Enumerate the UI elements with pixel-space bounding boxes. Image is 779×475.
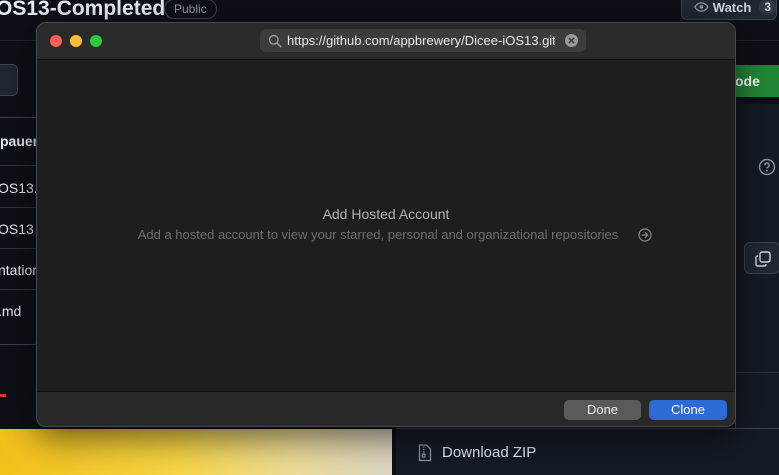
panel-divider (735, 372, 779, 373)
file-zip-icon (418, 444, 432, 462)
repository-list-area: Add Hosted Account Add a hosted account … (37, 60, 735, 391)
repo-title[interactable]: OS13-Completed (0, 0, 165, 21)
commit-author[interactable]: pauer (0, 133, 38, 149)
dialog-titlebar: https://github.com/appbrewery/Dicee-iOS1… (37, 23, 735, 60)
watch-button[interactable]: Watch 3 (681, 0, 777, 20)
minimize-window-button[interactable] (70, 35, 82, 47)
eye-icon (694, 2, 709, 12)
copy-icon (755, 251, 771, 267)
readme-image (0, 429, 392, 475)
done-button[interactable]: Done (564, 400, 641, 420)
row-divider (0, 165, 40, 166)
watch-count: 3 (759, 0, 776, 15)
question-icon[interactable] (758, 158, 776, 176)
file-row[interactable]: .md (0, 303, 21, 319)
dialog-footer: Done Clone (37, 391, 735, 426)
watch-label: Watch (712, 0, 752, 15)
row-divider (0, 248, 40, 249)
arrow-right-circle-icon[interactable] (638, 228, 652, 242)
empty-state-subtitle: Add a hosted account to view your starre… (137, 227, 619, 242)
clone-button[interactable]: Clone (649, 400, 727, 420)
file-row[interactable]: ntatior (0, 262, 37, 278)
repository-url-field[interactable]: https://github.com/appbrewery/Dicee-iOS1… (260, 29, 586, 52)
clear-icon[interactable] (565, 34, 578, 47)
clone-repository-dialog: https://github.com/appbrewery/Dicee-iOS1… (36, 22, 736, 427)
search-icon (268, 34, 282, 48)
repository-url-value[interactable]: https://github.com/appbrewery/Dicee-iOS1… (287, 33, 555, 48)
zoom-window-button[interactable] (90, 35, 102, 47)
copy-url-button[interactable] (744, 242, 779, 274)
visibility-badge: Public (164, 0, 217, 19)
row-divider (0, 289, 40, 290)
close-window-button[interactable] (50, 35, 62, 47)
language-bar (0, 394, 6, 397)
download-zip-label: Download ZIP (442, 444, 537, 461)
row-divider (0, 207, 40, 208)
file-row[interactable]: OS13 (0, 221, 34, 237)
download-zip-item[interactable]: Download ZIP (396, 428, 779, 475)
branch-select-button[interactable] (0, 64, 18, 96)
empty-state-title: Add Hosted Account (322, 206, 450, 222)
